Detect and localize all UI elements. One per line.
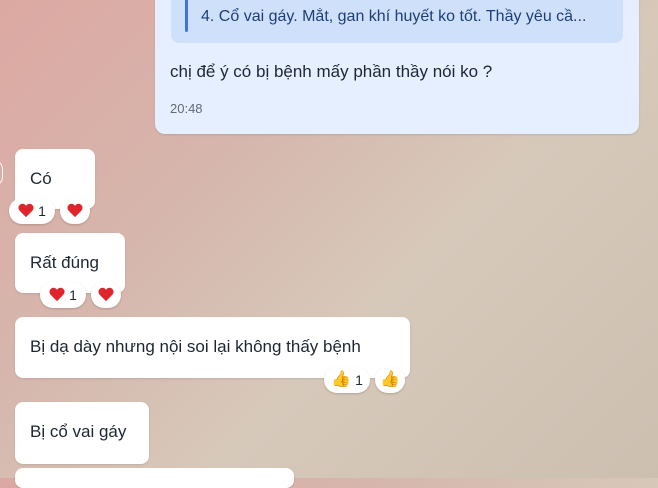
- incoming-message-bubble[interactable]: [15, 468, 294, 488]
- quoted-message[interactable]: 4. Cổ vai gáy. Mắt, gan khí huyết ko tốt…: [171, 0, 623, 43]
- reaction-count: 1: [69, 287, 77, 303]
- incoming-message-text: Rất đúng: [30, 253, 99, 272]
- incoming-message-text: Bị cổ vai gáy: [30, 422, 127, 441]
- add-reaction-button[interactable]: [60, 198, 90, 224]
- heart-icon: [67, 204, 83, 218]
- quoted-message-text: 4. Cổ vai gáy. Mắt, gan khí huyết ko tốt…: [201, 8, 587, 25]
- add-reaction-button[interactable]: 👍: [375, 367, 405, 393]
- message-timestamp: 20:48: [170, 101, 203, 116]
- reaction-count: 1: [355, 372, 363, 388]
- avatar[interactable]: [0, 160, 3, 186]
- heart-icon: [18, 204, 34, 218]
- heart-icon: [49, 288, 65, 302]
- sent-message-bubble[interactable]: 4. Cổ vai gáy. Mắt, gan khí huyết ko tốt…: [155, 0, 639, 134]
- thumbs-up-icon: 👍: [380, 371, 400, 388]
- reaction-count: 1: [38, 203, 46, 219]
- heart-icon: [98, 288, 114, 302]
- quote-bar: [185, 0, 188, 32]
- add-reaction-button[interactable]: [91, 282, 121, 308]
- incoming-message-bubble[interactable]: Bị cổ vai gáy: [15, 402, 149, 464]
- incoming-message-text: Bị dạ dày nhưng nội soi lại không thấy b…: [30, 337, 361, 356]
- reaction-badge[interactable]: 1: [9, 198, 55, 224]
- thumbs-up-icon: 👍: [331, 371, 352, 388]
- chat-message-list[interactable]: 4. Cổ vai gáy. Mắt, gan khí huyết ko tốt…: [0, 0, 658, 488]
- sent-message-text: chị để ý có bị bệnh mấy phần thầy nói ko…: [170, 62, 493, 81]
- reaction-badge[interactable]: 1: [40, 282, 86, 308]
- reaction-badge[interactable]: 👍 1: [324, 367, 370, 393]
- incoming-message-text: Có: [30, 169, 52, 188]
